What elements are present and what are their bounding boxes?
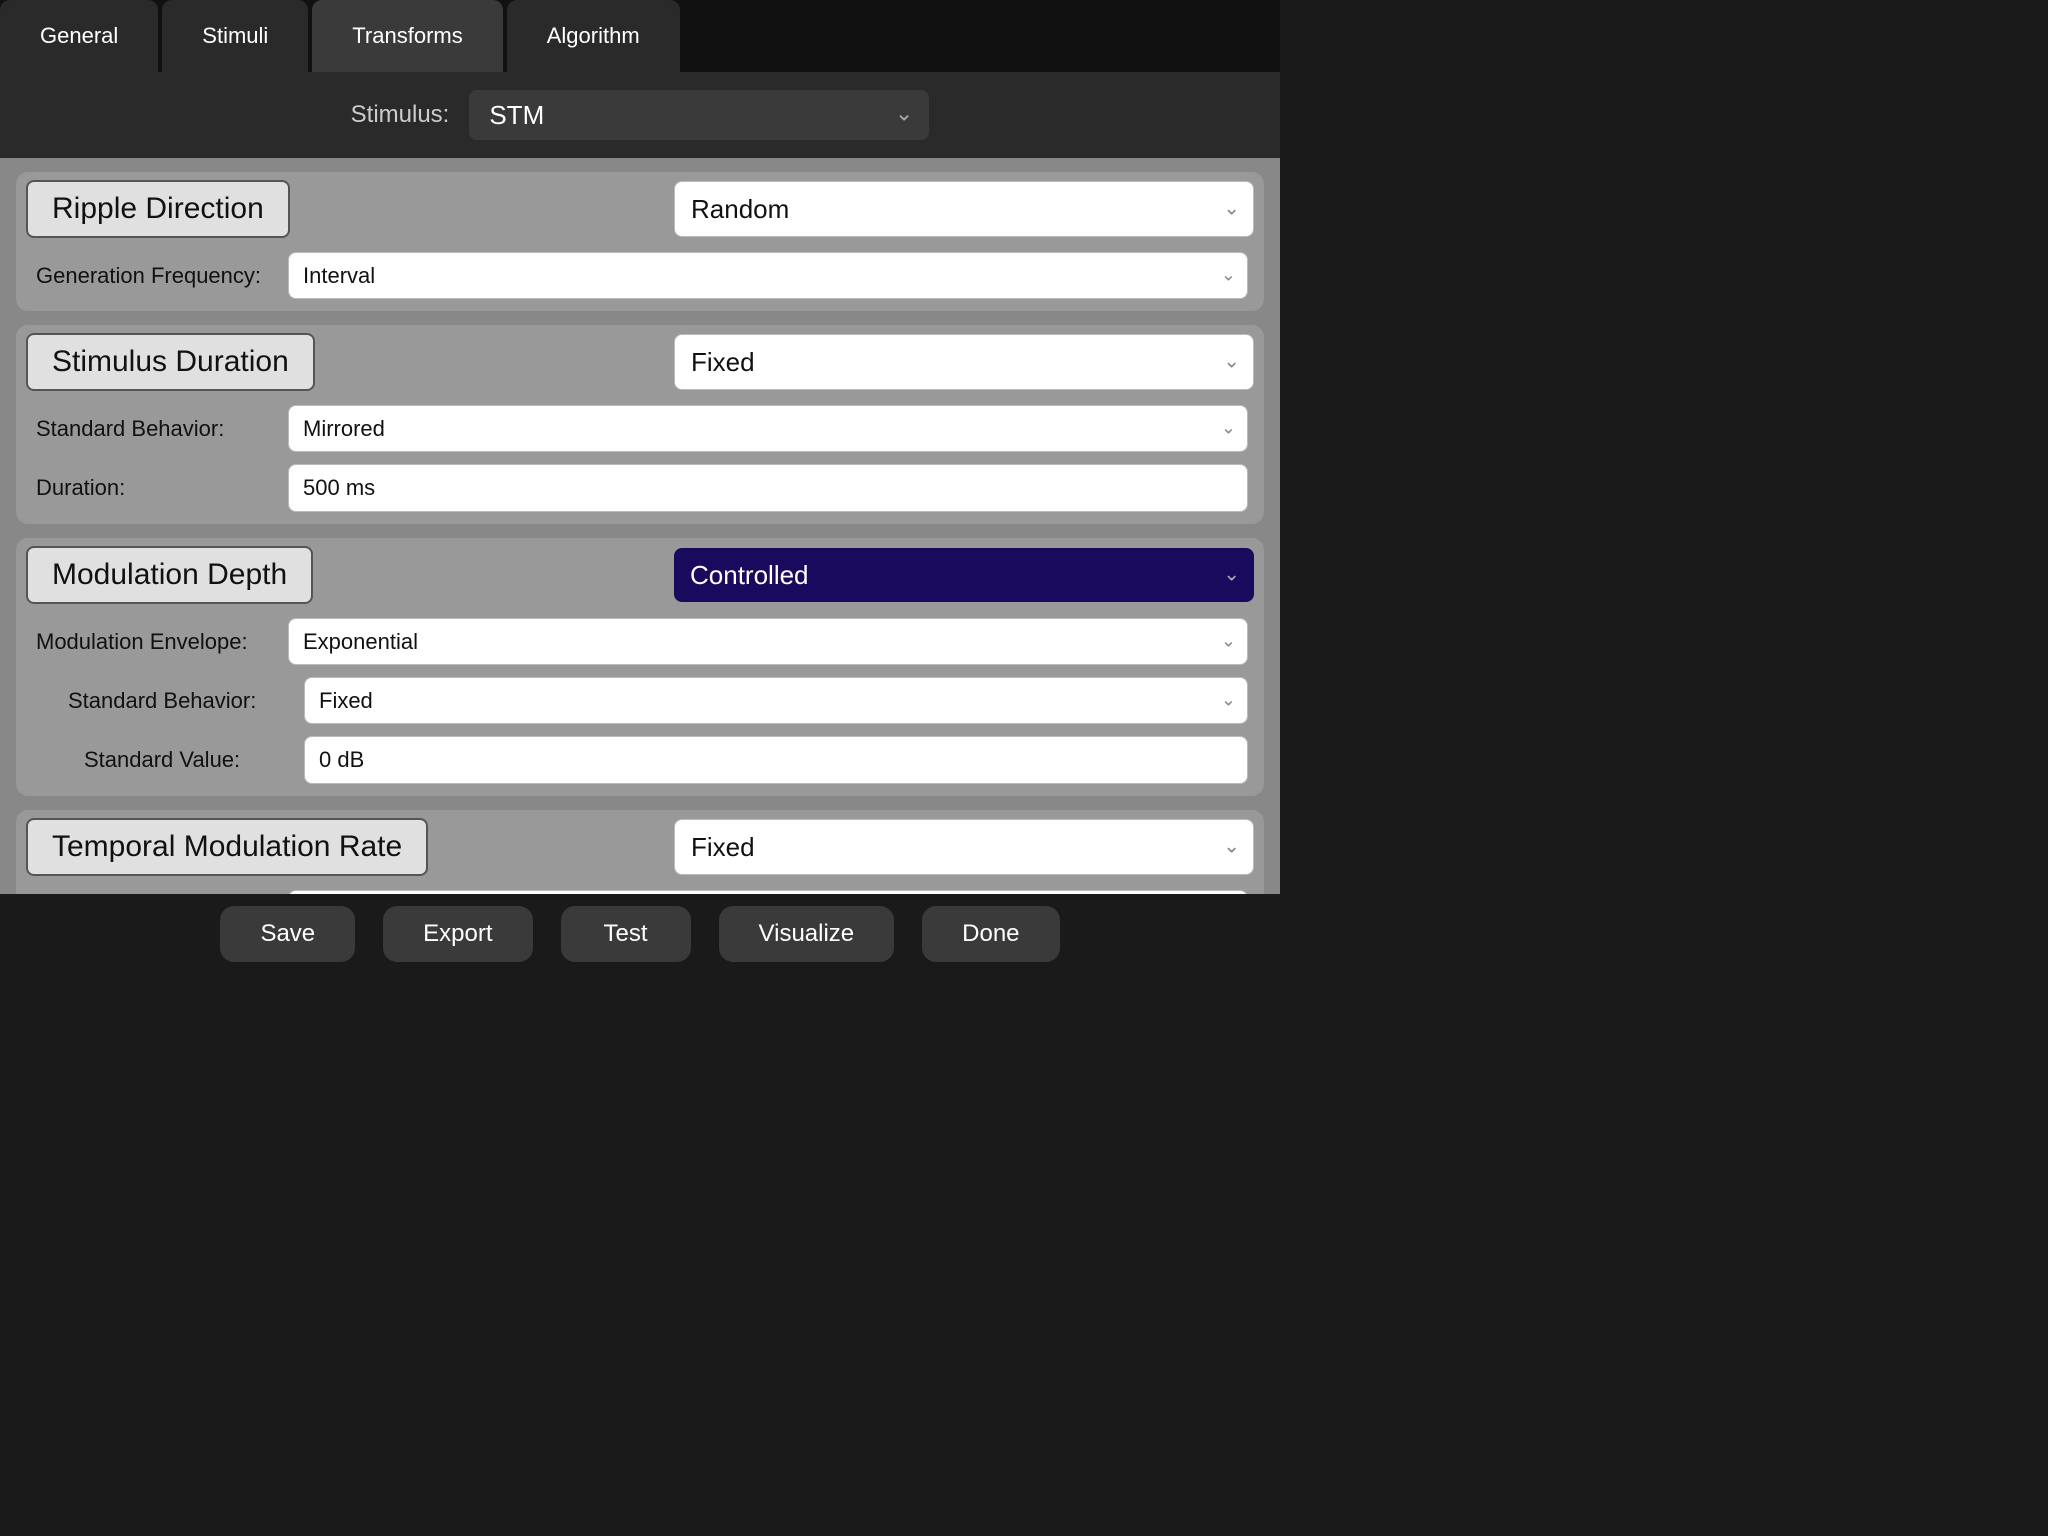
save-button[interactable]: Save: [220, 906, 355, 962]
visualize-button[interactable]: Visualize: [719, 906, 895, 962]
standard-behavior-select-wrapper-tmr: Mirrored Fixed Random: [288, 890, 1248, 894]
standard-behavior-select-tmr[interactable]: Mirrored Fixed Random: [288, 890, 1248, 894]
main-content: Ripple Direction Random Fixed Controlled…: [0, 158, 1280, 894]
duration-row: Duration:: [16, 458, 1264, 524]
standard-behavior-label-duration: Standard Behavior:: [36, 416, 276, 442]
modulation-depth-mode-wrapper: Controlled Fixed Random: [313, 538, 1264, 612]
stimulus-duration-header: Stimulus Duration Fixed Random Controlle…: [16, 325, 1264, 399]
stimulus-row: Stimulus: STM STM2 Noise: [0, 72, 1280, 158]
tab-stimuli[interactable]: Stimuli: [162, 0, 308, 72]
generation-frequency-select[interactable]: Interval Fixed Random: [288, 252, 1248, 299]
tab-general[interactable]: General: [0, 0, 158, 72]
modulation-depth-mode-select[interactable]: Controlled Fixed Random: [674, 548, 1254, 602]
temporal-modulation-rate-panel: Temporal Modulation Rate Fixed Random Co…: [16, 810, 1264, 894]
done-button[interactable]: Done: [922, 906, 1059, 962]
standard-behavior-row-duration: Standard Behavior: Mirrored Fixed Random: [16, 399, 1264, 458]
standard-behavior-select-wrapper-duration: Mirrored Fixed Random: [288, 405, 1248, 452]
stimulus-duration-panel: Stimulus Duration Fixed Random Controlle…: [16, 325, 1264, 524]
stimulus-label: Stimulus:: [351, 101, 450, 129]
test-button[interactable]: Test: [561, 906, 691, 962]
modulation-depth-header: Modulation Depth Controlled Fixed Random: [16, 538, 1264, 612]
duration-input[interactable]: [288, 464, 1248, 512]
tab-algorithm[interactable]: Algorithm: [507, 0, 680, 72]
stimulus-duration-title: Stimulus Duration: [26, 333, 315, 391]
temporal-modulation-rate-mode-select[interactable]: Fixed Random Controlled: [674, 819, 1254, 875]
export-button[interactable]: Export: [383, 906, 532, 962]
nav-tabs: General Stimuli Transforms Algorithm: [0, 0, 1280, 72]
standard-behavior-select-wrapper-mod: Fixed Random Mirrored: [304, 677, 1248, 724]
ripple-direction-header: Ripple Direction Random Fixed Controlled: [16, 172, 1264, 246]
ripple-direction-panel: Ripple Direction Random Fixed Controlled…: [16, 172, 1264, 311]
standard-value-label: Standard Value:: [52, 747, 292, 773]
stimulus-dropdown-wrapper: STM STM2 Noise: [469, 90, 929, 140]
standard-value-input[interactable]: [304, 736, 1248, 784]
stimulus-select[interactable]: STM STM2 Noise: [469, 90, 929, 140]
modulation-envelope-select[interactable]: Exponential Linear Fixed: [288, 618, 1248, 665]
ripple-direction-mode-wrapper: Random Fixed Controlled: [290, 172, 1264, 246]
standard-behavior-row-mod: Standard Behavior: Fixed Random Mirrored: [16, 671, 1264, 730]
standard-value-row: Standard Value:: [16, 730, 1264, 796]
modulation-depth-title: Modulation Depth: [26, 546, 313, 604]
temporal-modulation-rate-mode-wrapper: Fixed Random Controlled: [428, 810, 1264, 884]
modulation-envelope-select-wrapper: Exponential Linear Fixed: [288, 618, 1248, 665]
generation-frequency-label: Generation Frequency:: [36, 263, 276, 289]
action-bar: Save Export Test Visualize Done: [0, 894, 1280, 974]
standard-behavior-label-mod: Standard Behavior:: [52, 688, 292, 714]
temporal-modulation-rate-header: Temporal Modulation Rate Fixed Random Co…: [16, 810, 1264, 884]
ripple-direction-mode-select[interactable]: Random Fixed Controlled: [674, 181, 1254, 237]
stimulus-duration-mode-wrapper: Fixed Random Controlled: [315, 325, 1264, 399]
generation-frequency-select-wrapper: Interval Fixed Random: [288, 252, 1248, 299]
ripple-direction-title: Ripple Direction: [26, 180, 290, 238]
tab-transforms[interactable]: Transforms: [312, 0, 502, 72]
modulation-envelope-label: Modulation Envelope:: [36, 629, 276, 655]
stimulus-duration-mode-select[interactable]: Fixed Random Controlled: [674, 334, 1254, 390]
modulation-envelope-row: Modulation Envelope: Exponential Linear …: [16, 612, 1264, 671]
standard-behavior-row-tmr: Standard Behavior: Mirrored Fixed Random: [16, 884, 1264, 894]
duration-label: Duration:: [36, 475, 276, 501]
generation-frequency-row: Generation Frequency: Interval Fixed Ran…: [16, 246, 1264, 311]
modulation-depth-panel: Modulation Depth Controlled Fixed Random…: [16, 538, 1264, 796]
standard-behavior-select-duration[interactable]: Mirrored Fixed Random: [288, 405, 1248, 452]
temporal-modulation-rate-title: Temporal Modulation Rate: [26, 818, 428, 876]
standard-behavior-select-mod[interactable]: Fixed Random Mirrored: [304, 677, 1248, 724]
